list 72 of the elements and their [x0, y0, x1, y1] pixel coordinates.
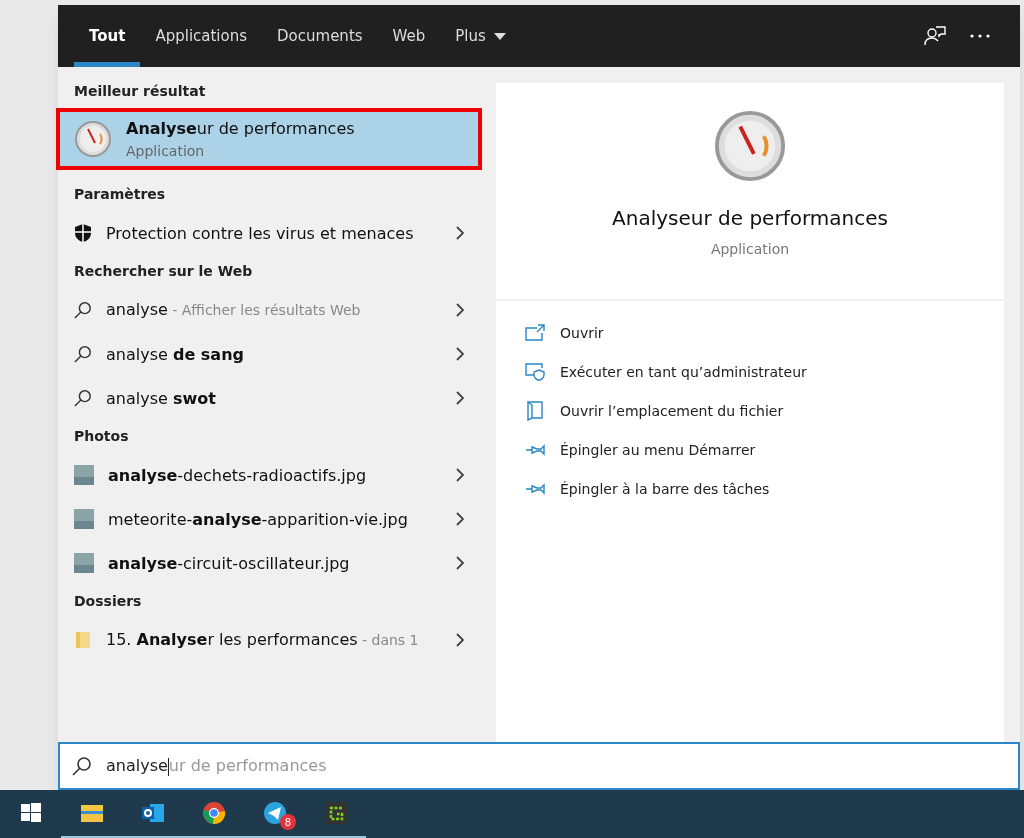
- search-result[interactable]: analyse - Afficher les résultats Web: [58, 288, 480, 332]
- search-result[interactable]: 15. Analyser les performances - dans 1: [58, 618, 480, 662]
- filter-tab[interactable]: Web: [377, 5, 441, 67]
- filter-tab[interactable]: Plus: [440, 5, 521, 67]
- section-heading: Paramètres: [73, 185, 167, 204]
- action-link[interactable]: Épingler au menu Démarrer: [560, 439, 756, 461]
- search-result[interactable]: analyse de sang: [58, 332, 480, 376]
- chevron-right-icon: [456, 512, 464, 526]
- app-type: Application: [710, 240, 790, 259]
- filter-tab[interactable]: Documents: [262, 5, 378, 67]
- result-title: Protection contre les virus et menaces: [106, 222, 415, 245]
- mail-icon: [140, 801, 165, 825]
- result-title: analyse de sang: [106, 343, 245, 366]
- result-title: meteorite-analyse-apparition-vie.jpg: [108, 508, 409, 531]
- search-result[interactable]: meteorite-analyse-apparition-vie.jpg: [58, 497, 480, 541]
- pin-icon: [525, 444, 545, 456]
- notification-badge: 8: [280, 814, 296, 830]
- action-link[interactable]: Exécuter en tant qu’administrateur: [560, 361, 807, 383]
- paper-plane-icon: [262, 801, 287, 825]
- action-link[interactable]: Ouvrir: [560, 322, 604, 344]
- result-title: analyse-dechets-radioactifs.jpg: [108, 464, 368, 487]
- letter-g-icon: [323, 801, 348, 825]
- filter-tab[interactable]: Tout: [74, 5, 141, 67]
- chevron-right-icon: [456, 468, 464, 482]
- open-window-icon: [525, 324, 545, 342]
- search-icon: [74, 345, 92, 363]
- result-title: analyse swot: [106, 387, 217, 410]
- search-result[interactable]: analyse-circuit-oscillateur.jpg: [58, 541, 480, 585]
- search-icon: [74, 389, 92, 407]
- chevron-right-icon: [456, 391, 464, 405]
- gauge-icon: [74, 120, 112, 158]
- photo-thumbnail: [74, 553, 94, 573]
- result-title: analyse-circuit-oscillateur.jpg: [108, 552, 351, 575]
- result-title: analyse - Afficher les résultats Web: [106, 299, 362, 321]
- section-heading: Rechercher sur le Web: [73, 262, 254, 281]
- search-result[interactable]: Analyseur de performances Application: [56, 108, 482, 170]
- section-heading: Meilleur résultat: [73, 82, 207, 101]
- search-suggestion: ur de performances: [168, 756, 327, 775]
- search-icon: [74, 301, 92, 319]
- app-title: Analyseur de performances: [612, 205, 888, 232]
- gauge-icon: [713, 109, 787, 183]
- result-title: Analyseur de performances: [126, 118, 356, 140]
- result-title: 15. Analyser les performances - dans 1: [106, 629, 420, 651]
- shield-icon: [74, 223, 92, 243]
- chevron-right-icon: [456, 556, 464, 570]
- filter-tab[interactable]: Applications: [140, 5, 263, 67]
- more-options-icon[interactable]: [970, 34, 990, 38]
- result-type: Application: [126, 142, 206, 161]
- feedback-icon[interactable]: [924, 25, 946, 47]
- section-heading: Photos: [73, 427, 130, 446]
- windows-logo-icon: [18, 801, 43, 825]
- chevron-right-icon: [456, 226, 464, 240]
- browser-icon: [201, 801, 226, 825]
- search-result[interactable]: analyse-dechets-radioactifs.jpg: [58, 453, 480, 497]
- photo-thumbnail: [74, 509, 94, 529]
- search-text: analyse: [106, 756, 168, 775]
- chevron-right-icon: [456, 303, 464, 317]
- section-heading: Dossiers: [73, 592, 143, 611]
- shield-window-icon: [525, 363, 545, 381]
- taskbar-button[interactable]: 8: [244, 790, 305, 838]
- pin-icon: [525, 483, 545, 495]
- search-result[interactable]: Protection contre les virus et menaces: [58, 211, 480, 255]
- folder-outline-icon: [526, 401, 544, 421]
- search-field[interactable]: analyseur de performances: [58, 742, 1020, 790]
- action-link[interactable]: Épingler à la barre des tâches: [560, 478, 770, 500]
- search-icon: [72, 756, 92, 776]
- chevron-right-icon: [456, 347, 464, 361]
- chevron-right-icon: [456, 633, 464, 647]
- folder-icon: [74, 630, 92, 650]
- photo-thumbnail: [74, 465, 94, 485]
- search-result[interactable]: analyse swot: [58, 376, 480, 420]
- action-link[interactable]: Ouvrir l’emplacement du fichier: [560, 400, 784, 422]
